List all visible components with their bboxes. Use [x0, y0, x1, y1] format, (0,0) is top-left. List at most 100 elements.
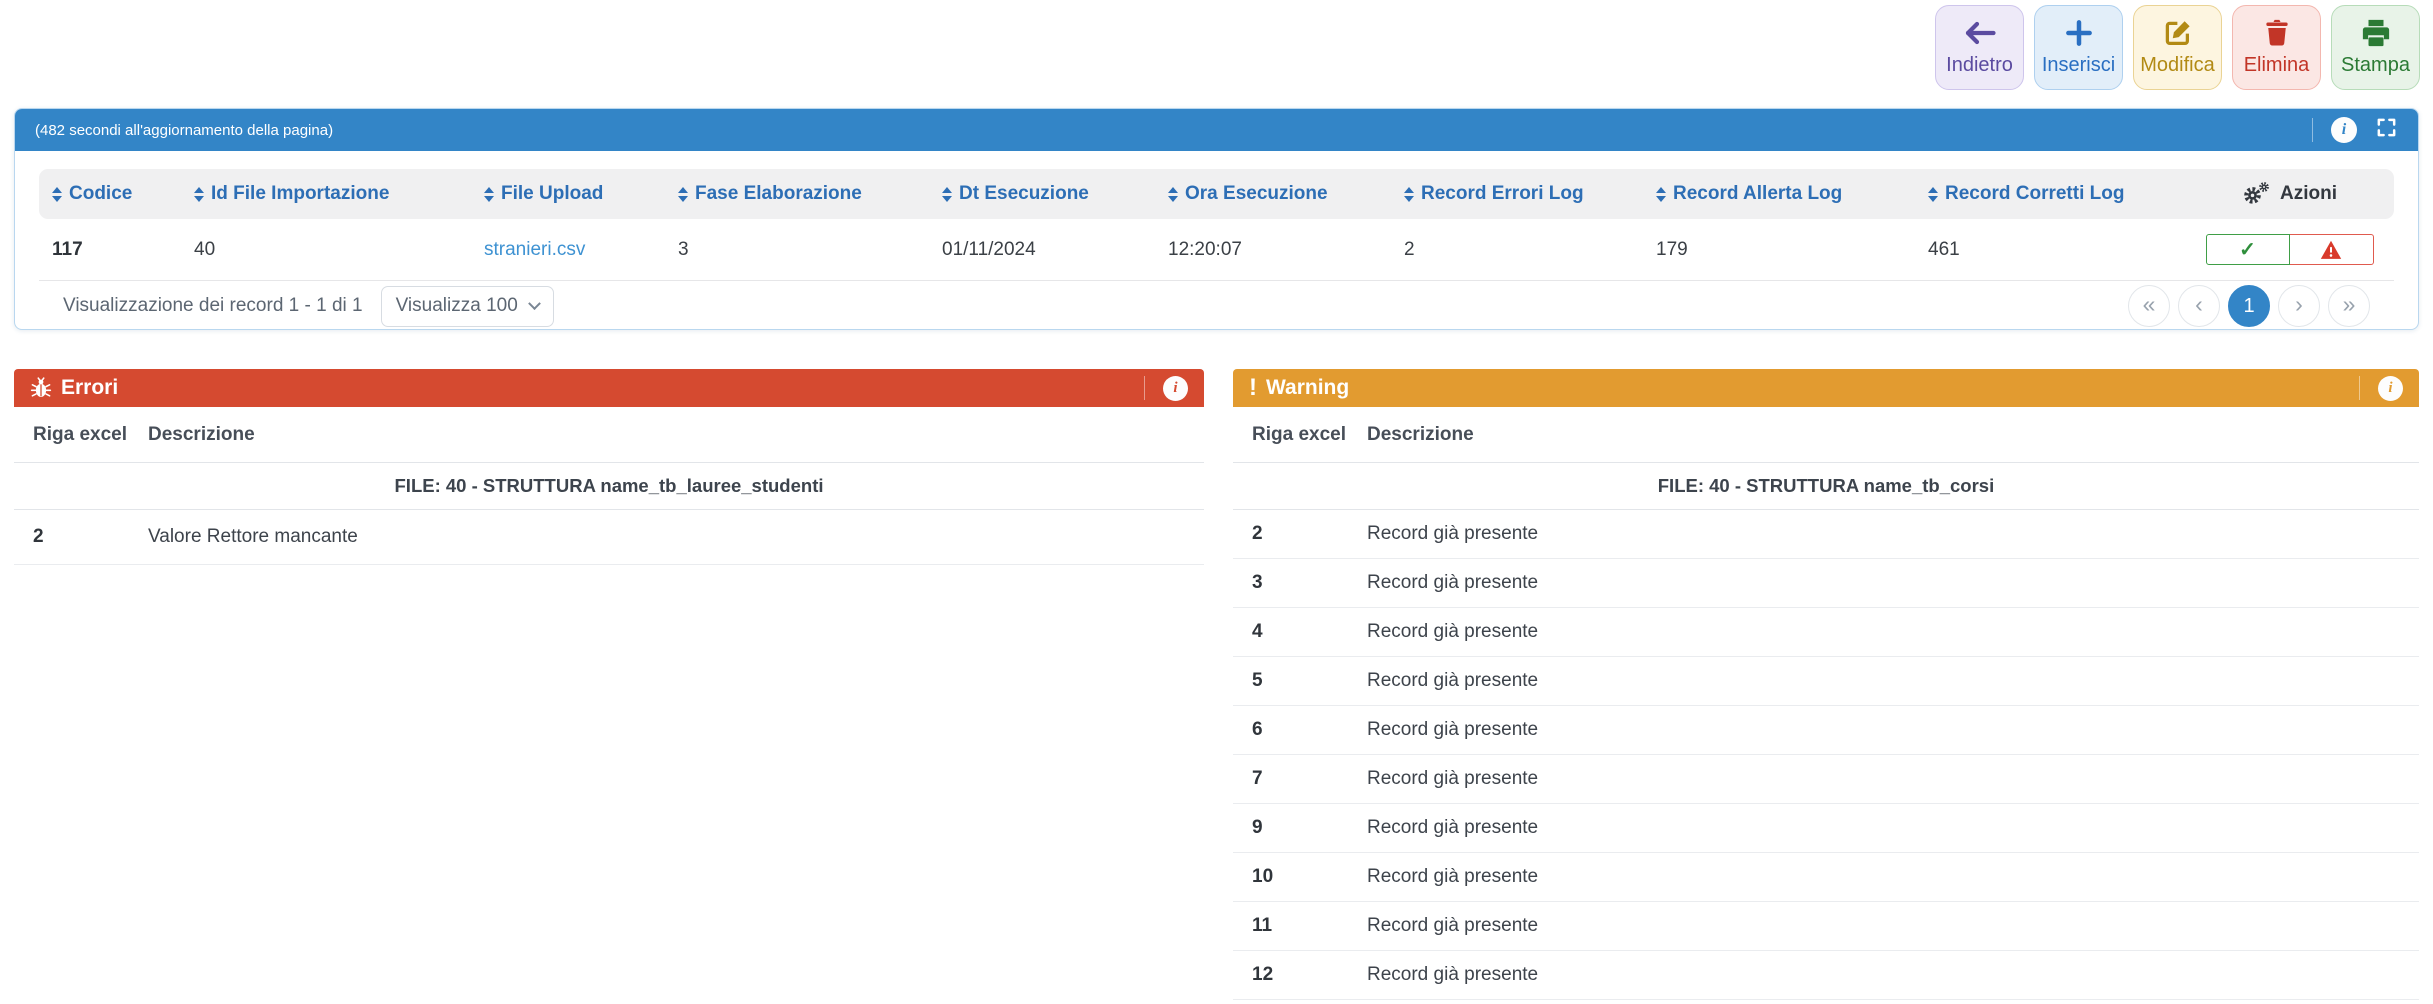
- toolbar: Indietro Inserisci Modifica Elimina Stam…: [1935, 5, 2420, 90]
- column-label: Record Allerta Log: [1673, 183, 1842, 205]
- warning-row: 5 Record già presente: [1233, 657, 2419, 706]
- arrow-left-icon: [1962, 18, 1998, 48]
- errori-table-header: Riga excel Descrizione: [14, 407, 1204, 463]
- back-button-label: Indietro: [1946, 54, 2013, 77]
- column-header-dt-esecuzione[interactable]: Dt Esecuzione: [929, 183, 1155, 205]
- insert-button-label: Inserisci: [2042, 54, 2115, 77]
- check-icon: ✓: [2239, 237, 2256, 262]
- column-label: File Upload: [501, 183, 603, 205]
- page-size-select[interactable]: Visualizza 100: [381, 286, 554, 327]
- cell-descrizione: Record già presente: [1348, 866, 2419, 888]
- sort-icon: [52, 187, 62, 202]
- last-page-button[interactable]: »: [2328, 285, 2370, 327]
- cell-riga-excel: 4: [1233, 621, 1348, 643]
- confirm-action-button[interactable]: ✓: [2206, 234, 2290, 265]
- chevron-down-icon: [528, 297, 541, 310]
- exclamation-icon: !: [1249, 376, 1257, 400]
- errori-panel-title: Errori: [61, 376, 118, 400]
- column-header-codice[interactable]: Codice: [39, 183, 181, 205]
- cell-riga-excel: 12: [1233, 964, 1348, 986]
- log-panels: Errori i Riga excel Descrizione FILE: 40…: [14, 369, 2419, 1000]
- prev-page-button[interactable]: ‹: [2178, 285, 2220, 327]
- page-1-button[interactable]: 1: [2228, 285, 2270, 327]
- cell-record-allerta-log: 179: [1643, 239, 1915, 261]
- trash-icon: [2262, 18, 2292, 48]
- cell-fase-elaborazione: 3: [665, 239, 929, 261]
- cell-riga-excel: 2: [1233, 523, 1348, 545]
- cell-record-errori-log: 2: [1391, 239, 1643, 261]
- info-icon[interactable]: i: [1163, 376, 1188, 401]
- sort-icon: [942, 187, 952, 202]
- header-divider: [2312, 118, 2313, 142]
- table-footer: Visualizzazione dei record 1 - 1 di 1 Vi…: [63, 281, 2370, 331]
- cell-descrizione: Record già presente: [1348, 572, 2419, 594]
- cogs-icon: [2242, 184, 2263, 205]
- delete-button-label: Elimina: [2244, 54, 2310, 77]
- refresh-countdown-text: (482 secondi all'aggiornamento della pag…: [35, 122, 333, 139]
- warning-action-button[interactable]: [2290, 234, 2374, 265]
- info-icon[interactable]: i: [2331, 117, 2357, 143]
- records-info-text: Visualizzazione dei record 1 - 1 di 1: [63, 295, 363, 317]
- warning-group-row: FILE: 40 - STRUTTURA name_tb_corsi: [1233, 463, 2419, 510]
- sort-icon: [1168, 187, 1178, 202]
- column-label: Ora Esecuzione: [1185, 183, 1328, 205]
- column-header-record-corretti-log[interactable]: Record Corretti Log: [1915, 183, 2185, 205]
- errori-group-row: FILE: 40 - STRUTTURA name_tb_lauree_stud…: [14, 463, 1204, 510]
- cell-riga-excel: 10: [1233, 866, 1348, 888]
- column-header-riga-excel: Riga excel: [1233, 424, 1348, 446]
- edit-button[interactable]: Modifica: [2133, 5, 2222, 90]
- cell-riga-excel: 7: [1233, 768, 1348, 790]
- warning-row: 4 Record già presente: [1233, 608, 2419, 657]
- import-log-card: (482 secondi all'aggiornamento della pag…: [14, 108, 2419, 330]
- cell-dt-esecuzione: 01/11/2024: [929, 239, 1155, 261]
- file-upload-link[interactable]: stranieri.csv: [471, 239, 665, 261]
- cell-id-file-importazione: 40: [181, 239, 471, 261]
- fullscreen-icon[interactable]: [2375, 116, 2398, 144]
- cell-riga-excel: 11: [1233, 915, 1348, 937]
- warning-row: 10 Record già presente: [1233, 853, 2419, 902]
- column-header-ora-esecuzione[interactable]: Ora Esecuzione: [1155, 183, 1391, 205]
- cell-riga-excel: 2: [14, 526, 129, 548]
- column-header-file-upload[interactable]: File Upload: [471, 183, 665, 205]
- column-header-riga-excel: Riga excel: [14, 424, 129, 446]
- back-button[interactable]: Indietro: [1935, 5, 2024, 90]
- warning-panel: ! Warning i Riga excel Descrizione FILE:…: [1233, 369, 2419, 1000]
- insert-button[interactable]: Inserisci: [2034, 5, 2123, 90]
- pagination: « ‹ 1 › »: [2128, 285, 2370, 327]
- column-header-fase-elaborazione[interactable]: Fase Elaborazione: [665, 183, 929, 205]
- warning-row: 11 Record già presente: [1233, 902, 2419, 951]
- info-icon[interactable]: i: [2378, 376, 2403, 401]
- cell-descrizione: Record già presente: [1348, 670, 2419, 692]
- sort-icon: [1656, 187, 1666, 202]
- cell-descrizione: Valore Rettore mancante: [129, 526, 1204, 548]
- column-header-record-allerta-log[interactable]: Record Allerta Log: [1643, 183, 1915, 205]
- warning-row: 12 Record già presente: [1233, 951, 2419, 1000]
- cell-descrizione: Record già presente: [1348, 523, 2419, 545]
- warning-row: 6 Record già presente: [1233, 706, 2419, 755]
- print-button[interactable]: Stampa: [2331, 5, 2420, 90]
- column-label: Codice: [69, 183, 132, 205]
- cell-azioni: ✓: [2185, 234, 2394, 265]
- cell-riga-excel: 9: [1233, 817, 1348, 839]
- header-divider: [2359, 376, 2360, 400]
- cell-riga-excel: 6: [1233, 719, 1348, 741]
- column-header-id-file-importazione[interactable]: Id File Importazione: [181, 183, 471, 205]
- column-label: Dt Esecuzione: [959, 183, 1089, 205]
- page-size-label: Visualizza 100: [396, 295, 518, 317]
- errori-row: 2 Valore Rettore mancante: [14, 510, 1204, 565]
- cell-riga-excel: 3: [1233, 572, 1348, 594]
- edit-icon: [2162, 18, 2194, 48]
- first-page-button[interactable]: «: [2128, 285, 2170, 327]
- sort-icon: [484, 187, 494, 202]
- bug-icon: [30, 377, 52, 399]
- column-label: Id File Importazione: [211, 183, 389, 205]
- warning-row: 9 Record già presente: [1233, 804, 2419, 853]
- next-page-button[interactable]: ›: [2278, 285, 2320, 327]
- column-header-record-errori-log[interactable]: Record Errori Log: [1391, 183, 1643, 205]
- sort-icon: [678, 187, 688, 202]
- warning-triangle-icon: [2320, 240, 2342, 260]
- column-header-azioni: Azioni: [2185, 183, 2394, 205]
- print-button-label: Stampa: [2341, 54, 2410, 77]
- delete-button[interactable]: Elimina: [2232, 5, 2321, 90]
- warning-row: 7 Record già presente: [1233, 755, 2419, 804]
